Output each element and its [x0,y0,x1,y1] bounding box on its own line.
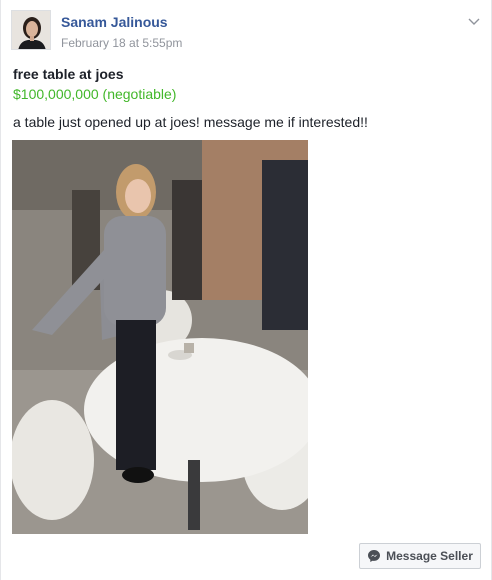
chevron-down-icon[interactable] [467,14,481,28]
marketplace-post-card: Sanam Jalinous February 18 at 5:55pm fre… [0,0,492,580]
post-header: Sanam Jalinous February 18 at 5:55pm [11,10,483,54]
author-name-link[interactable]: Sanam Jalinous [61,14,168,30]
message-seller-label: Message Seller [386,549,473,563]
listing-photo-image [12,140,308,534]
messenger-icon [368,550,381,562]
avatar-photo [12,11,50,49]
listing-description: a table just opened up at joes! message … [13,114,368,130]
message-seller-button[interactable]: Message Seller [359,543,481,569]
listing-price: $100,000,000 (negotiable) [13,86,177,102]
listing-title: free table at joes [13,66,124,82]
listing-photo[interactable] [12,140,308,534]
post-timestamp-link[interactable]: February 18 at 5:55pm [61,36,182,50]
author-avatar[interactable] [11,10,51,50]
